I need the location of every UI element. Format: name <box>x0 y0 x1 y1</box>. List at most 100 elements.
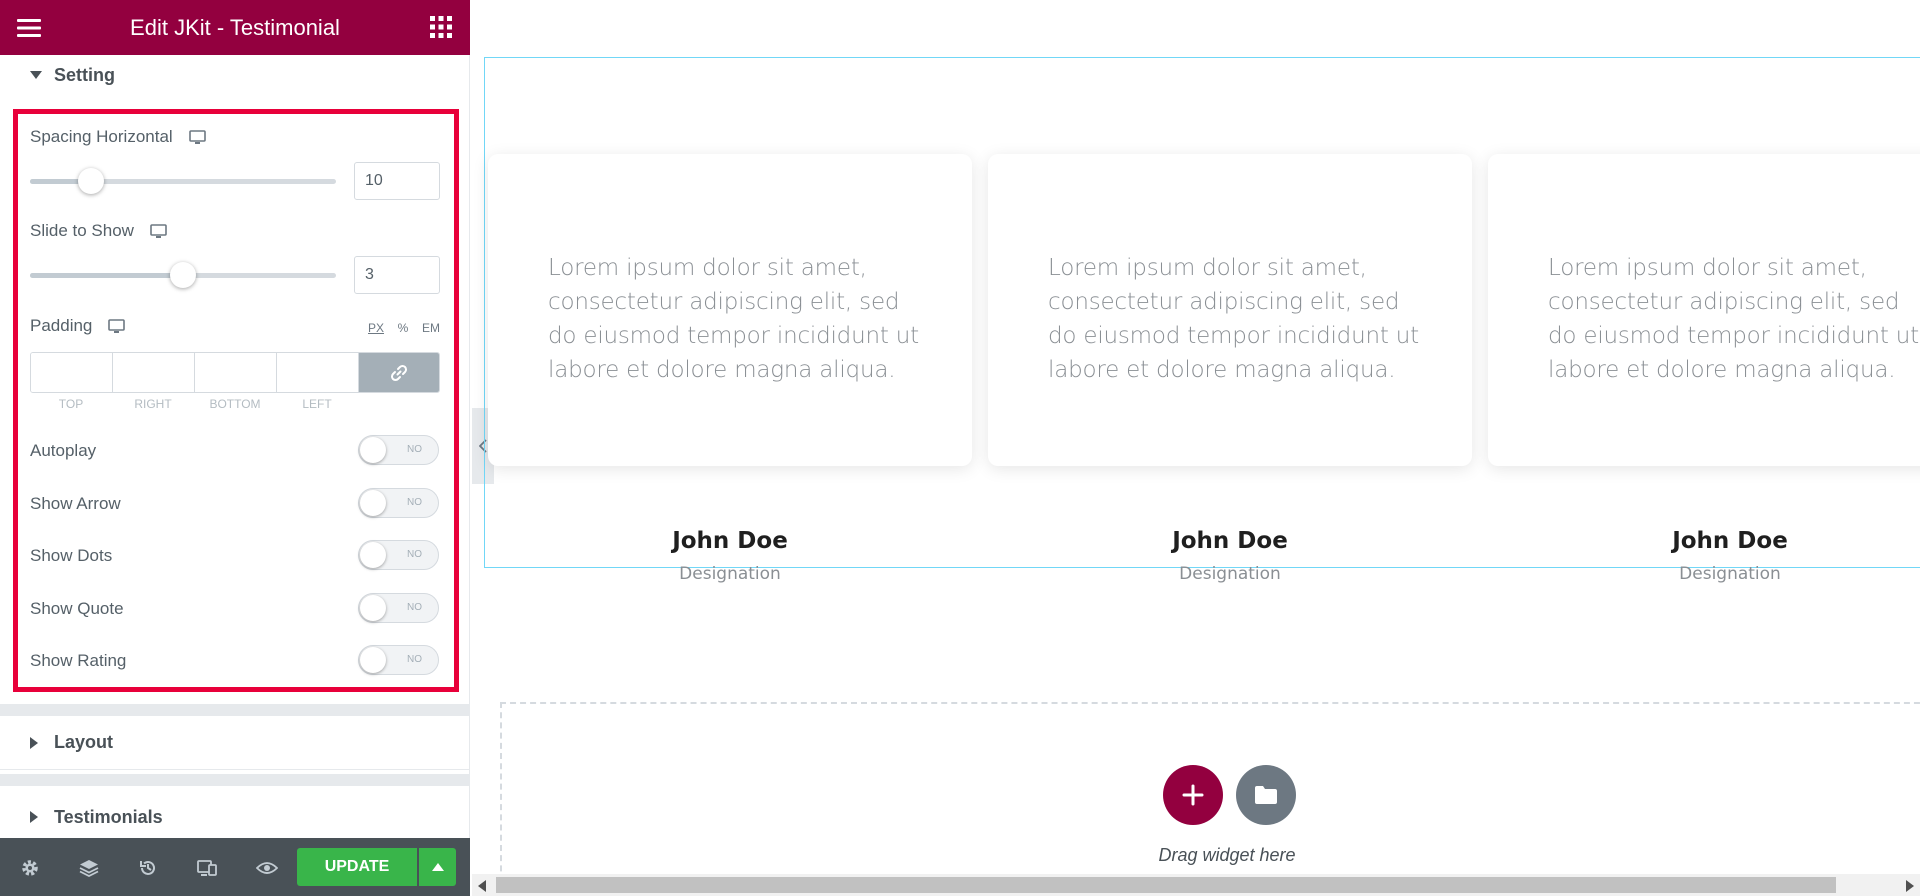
show-dots-label: Show Dots <box>30 546 113 565</box>
padding-dimensions <box>30 352 440 393</box>
desktop-icon[interactable] <box>188 129 206 145</box>
show-arrow-label: Show Arrow <box>30 494 121 513</box>
caret-up-icon[interactable] <box>419 848 456 886</box>
show-quote-label: Show Quote <box>30 599 124 618</box>
show-rating-label: Show Rating <box>30 651 127 670</box>
add-section-button[interactable] <box>1163 765 1223 825</box>
padding-left-input[interactable] <box>277 353 359 392</box>
caret-right-icon <box>30 736 54 749</box>
testimonial-text: Lorem ipsum dolor sit amet, consectetur … <box>1548 255 1919 383</box>
testimonial-author: John Doe Designation <box>488 528 972 584</box>
slide-to-show-input[interactable] <box>354 256 440 294</box>
testimonial-author: John Doe Designation <box>988 528 1472 584</box>
update-button[interactable]: UPDATE <box>297 848 417 886</box>
slide-to-show-thumb[interactable] <box>170 262 196 288</box>
author-designation: Designation <box>1679 564 1781 584</box>
apps-grid-icon[interactable] <box>428 14 454 40</box>
section-setting[interactable]: Setting <box>0 57 470 93</box>
padding-label: Padding <box>30 316 126 336</box>
layers-icon[interactable] <box>77 856 101 880</box>
padding-bottom-input[interactable] <box>195 353 277 392</box>
desktop-icon[interactable] <box>150 223 167 239</box>
padding-right-input[interactable] <box>113 353 195 392</box>
section-separator <box>0 704 470 716</box>
testimonial-widget[interactable]: Lorem ipsum dolor sit amet, consectetur … <box>484 57 1920 584</box>
slide-to-show-label: Slide to Show <box>30 221 167 241</box>
author-name: John Doe <box>672 528 788 554</box>
drop-zone-hint: Drag widget here <box>1158 845 1296 865</box>
author-designation: Designation <box>1179 564 1281 584</box>
show-rating-toggle[interactable]: NO <box>358 645 439 675</box>
scroll-right-arrow-icon[interactable] <box>1906 879 1914 896</box>
slide-to-show-text: Slide to Show <box>30 221 134 240</box>
padding-text: Padding <box>30 316 93 335</box>
section-separator <box>0 774 470 786</box>
spacing-horizontal-slider[interactable] <box>30 168 336 194</box>
padding-top-input[interactable] <box>31 353 113 392</box>
plus-icon <box>1182 784 1204 806</box>
slide-to-show-slider[interactable] <box>30 262 336 288</box>
scroll-left-arrow-icon[interactable] <box>478 879 486 896</box>
spacing-horizontal-text: Spacing Horizontal <box>30 127 173 146</box>
section-layout-label: Layout <box>54 732 114 752</box>
autoplay-toggle[interactable]: NO <box>358 435 439 465</box>
testimonial-card: Lorem ipsum dolor sit amet, consectetur … <box>488 154 972 466</box>
slide-to-show-fill <box>30 273 183 278</box>
show-quote-toggle[interactable]: NO <box>358 593 439 623</box>
toggle-knob <box>360 647 386 673</box>
side-label-top: TOP <box>58 397 84 411</box>
toggle-knob <box>360 595 386 621</box>
unit-px[interactable]: PX <box>368 321 384 335</box>
author-designation: Designation <box>679 564 781 584</box>
spacing-horizontal-input[interactable] <box>354 162 440 200</box>
section-setting-label: Setting <box>54 64 115 85</box>
spacing-horizontal-thumb[interactable] <box>78 168 105 194</box>
desktop-icon[interactable] <box>108 318 126 334</box>
side-label-right: RIGHT <box>134 397 172 411</box>
testimonial-text: Lorem ipsum dolor sit amet, consectetur … <box>548 255 919 383</box>
testimonial-author: John Doe Designation <box>1488 528 1920 584</box>
side-label-bottom: BOTTOM <box>209 397 261 411</box>
settings-gear-icon[interactable] <box>18 856 42 880</box>
testimonial-text: Lorem ipsum dolor sit amet, consectetur … <box>1048 255 1419 383</box>
unit-percent[interactable]: % <box>398 321 409 335</box>
history-icon[interactable] <box>136 856 160 880</box>
autoplay-label: Autoplay <box>30 441 97 460</box>
caret-down-icon <box>30 71 54 79</box>
author-name: John Doe <box>1172 528 1288 554</box>
link-icon[interactable] <box>359 353 439 392</box>
toggle-state: NO <box>407 444 422 455</box>
hamburger-icon[interactable] <box>14 13 44 43</box>
toggle-state: NO <box>407 497 422 508</box>
horizontal-scrollbar[interactable] <box>472 874 1920 896</box>
folder-icon <box>1255 786 1277 804</box>
padding-units: PX % EM <box>368 321 440 335</box>
panel-header: Edit JKit - Testimonial <box>0 0 470 55</box>
toggle-knob <box>360 542 386 568</box>
responsive-mode-icon[interactable] <box>196 856 220 880</box>
toggle-knob <box>360 437 386 463</box>
author-name: John Doe <box>1672 528 1788 554</box>
panel-footer: UPDATE <box>0 838 470 896</box>
preview-eye-icon[interactable] <box>255 856 279 880</box>
show-arrow-toggle[interactable]: NO <box>358 488 439 518</box>
spacing-horizontal-label: Spacing Horizontal <box>30 127 206 147</box>
section-testimonials-label: Testimonials <box>54 806 163 827</box>
toggle-state: NO <box>407 654 422 665</box>
testimonial-card: Lorem ipsum dolor sit amet, consectetur … <box>1488 154 1920 466</box>
unit-em[interactable]: EM <box>422 321 440 335</box>
padding-side-labels: TOP RIGHT BOTTOM LEFT <box>30 397 358 411</box>
toggle-state: NO <box>407 602 422 613</box>
scrollbar-thumb[interactable] <box>496 877 1836 893</box>
add-template-button[interactable] <box>1236 765 1296 825</box>
section-layout[interactable]: Layout <box>0 716 470 770</box>
side-label-left: LEFT <box>302 397 332 411</box>
testimonial-card: Lorem ipsum dolor sit amet, consectetur … <box>988 154 1472 466</box>
toggle-knob <box>360 490 386 516</box>
panel-title: Edit JKit - Testimonial <box>130 14 340 40</box>
show-dots-toggle[interactable]: NO <box>358 540 439 570</box>
editor-panel: Edit JKit - Testimonial Setting Spacing … <box>0 0 470 896</box>
caret-right-icon <box>30 811 54 823</box>
toggle-state: NO <box>407 549 422 560</box>
section-testimonials[interactable]: Testimonials <box>0 790 470 844</box>
